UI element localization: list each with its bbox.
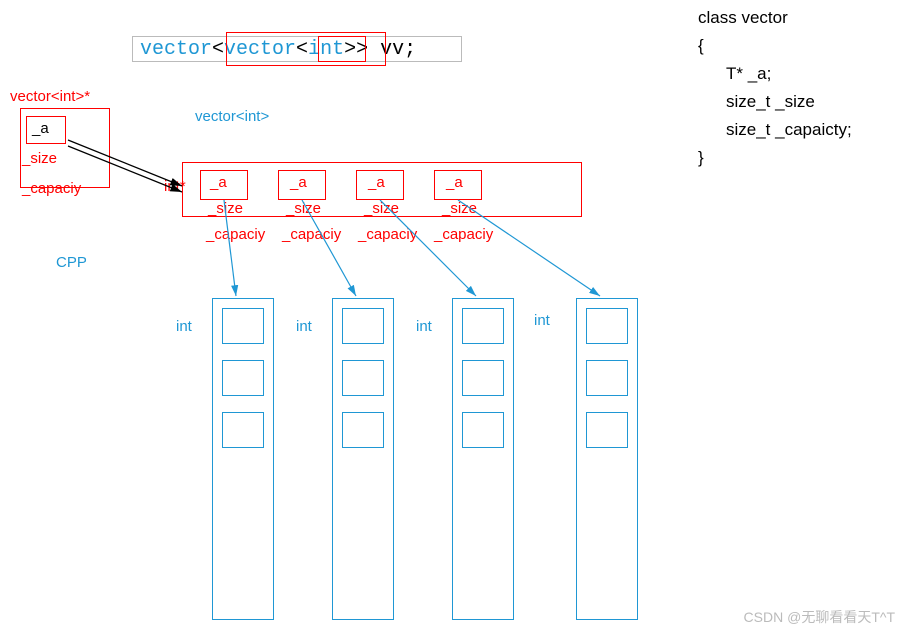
class-line-5: size_t _capaicty; [698, 116, 852, 144]
col-0-label: int [176, 318, 192, 335]
vector-int-ptr-label: vector<int>* [10, 88, 90, 105]
col-1-label: int [296, 318, 312, 335]
watermark: CSDN @无聊看看天T^T [744, 607, 895, 627]
class-def: class vector { T* _a; size_t _size size_… [698, 4, 852, 172]
decl-vector-outer: vector [140, 38, 212, 61]
row-cell-0-a: _a [210, 174, 227, 191]
col-3-label: int [534, 312, 550, 329]
row-cell-1-cap: _capaciy [282, 226, 341, 243]
col-0-cell-b [222, 360, 264, 396]
class-line-4: size_t _size [698, 88, 852, 116]
cpp-label: CPP [56, 254, 87, 271]
class-line-3: T* _a; [698, 60, 852, 88]
outer-struct-a: _a [32, 120, 49, 137]
row-cell-2-a: _a [368, 174, 385, 191]
col-2-box [452, 298, 514, 620]
col-0-box [212, 298, 274, 620]
col-1-box [332, 298, 394, 620]
class-line-1: class vector [698, 4, 852, 32]
row-cell-1-a: _a [290, 174, 307, 191]
col-3-cell-b [586, 360, 628, 396]
col-1-cell-c [342, 412, 384, 448]
row-cell-1-size: _size [286, 200, 321, 217]
col-2-label: int [416, 318, 432, 335]
col-3-cell-c [586, 412, 628, 448]
col-2-cell-a [462, 308, 504, 344]
col-2-cell-b [462, 360, 504, 396]
col-0-cell-c [222, 412, 264, 448]
class-line-6: } [698, 144, 852, 172]
outer-struct-size: _size [22, 150, 57, 167]
col-1-cell-a [342, 308, 384, 344]
row-cell-2-size: _size [364, 200, 399, 217]
outer-struct-capacity: _capaciy [22, 180, 81, 197]
col-3-box [576, 298, 638, 620]
decl-lt1: < [212, 38, 224, 61]
decl-box-int [318, 36, 366, 62]
row-cell-3-a: _a [446, 174, 463, 191]
row-cell-3-size: _size [442, 200, 477, 217]
col-0-cell-a [222, 308, 264, 344]
row-cell-3-cap: _capaciy [434, 226, 493, 243]
col-2-cell-c [462, 412, 504, 448]
col-1-cell-b [342, 360, 384, 396]
row-cell-2-cap: _capaciy [358, 226, 417, 243]
class-line-2: { [698, 32, 852, 60]
row-cell-0-cap: _capaciy [206, 226, 265, 243]
col-3-cell-a [586, 308, 628, 344]
row-cell-0-size: _size [208, 200, 243, 217]
vector-int-label: vector<int> [195, 108, 269, 125]
